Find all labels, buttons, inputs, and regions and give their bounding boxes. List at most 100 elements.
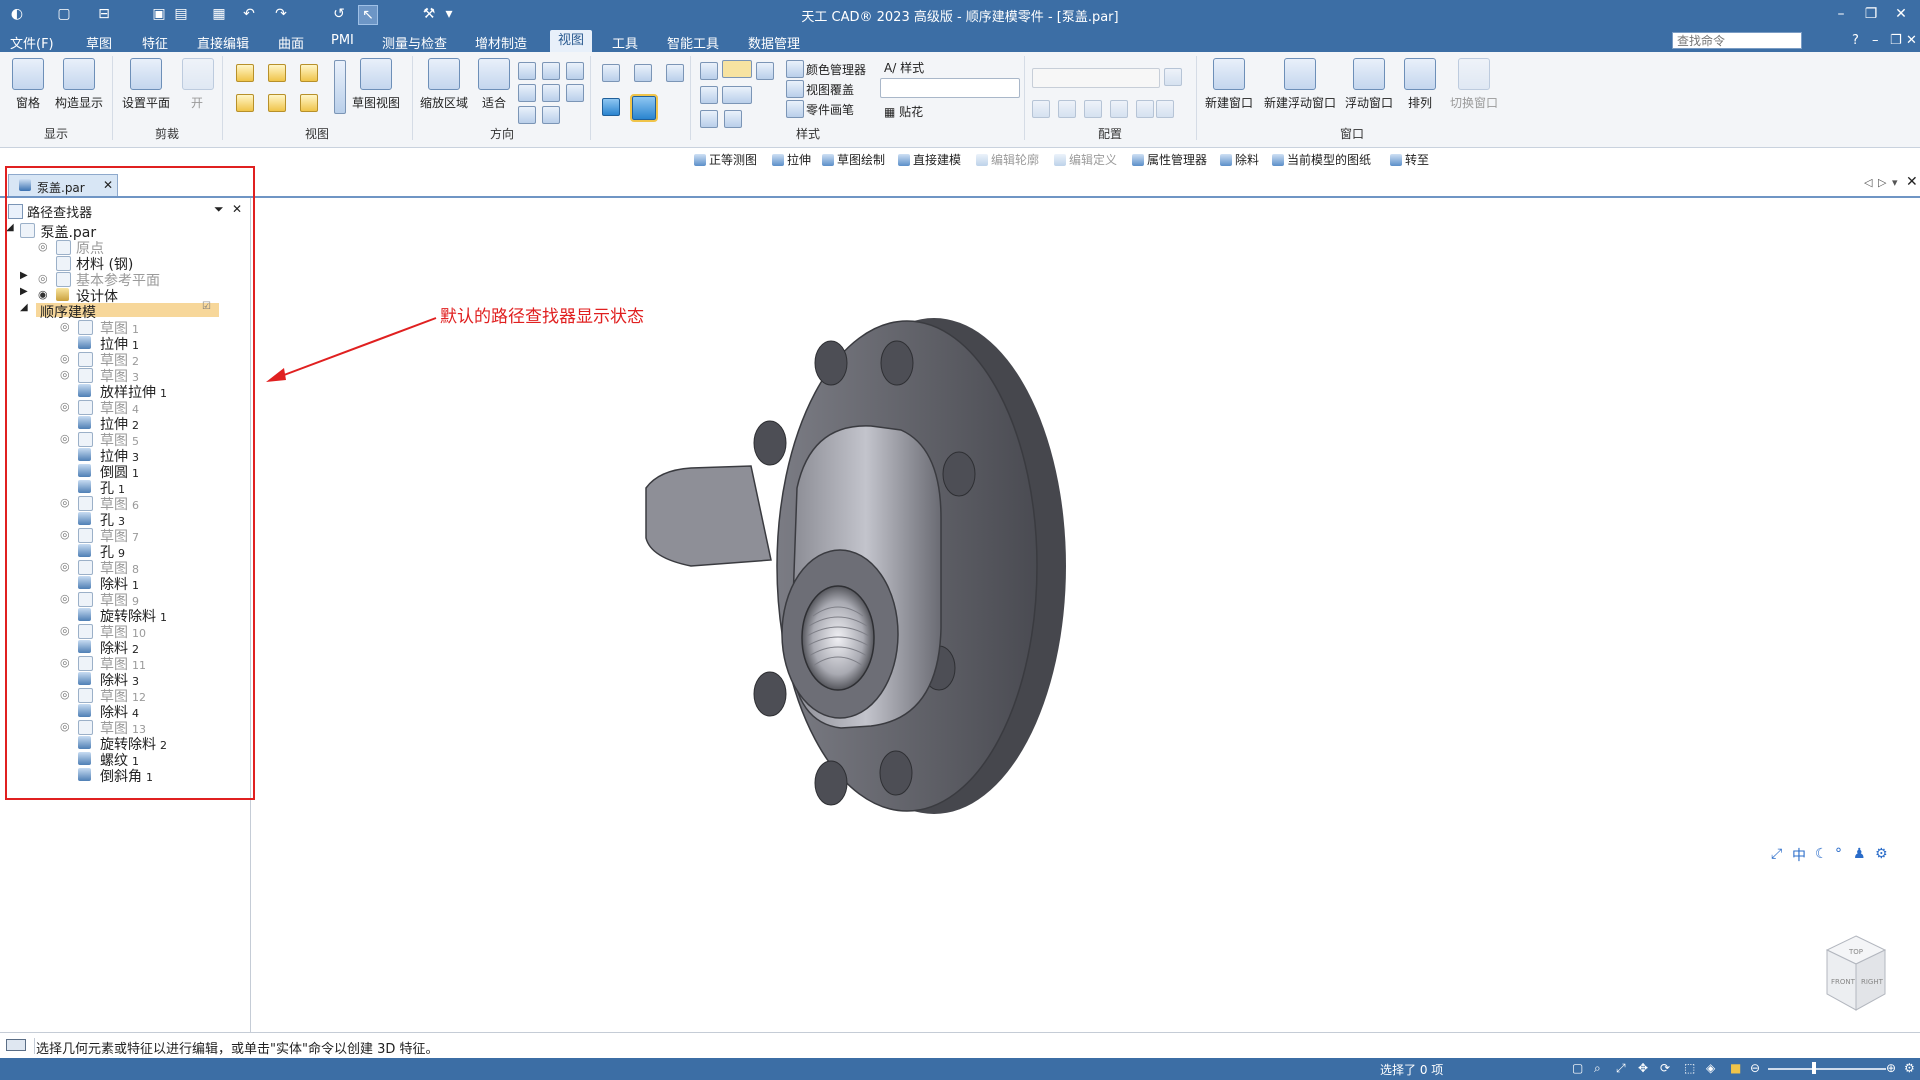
view-overlay-button[interactable]: 视图覆盖 (806, 81, 854, 98)
view-cube[interactable]: TOP FRONT RIGHT (1823, 932, 1889, 1014)
hide-eye-icon[interactable]: ◎ (60, 400, 70, 413)
render-cube-icon-2[interactable] (700, 86, 718, 104)
close-doc-icon[interactable]: ✕ (1906, 174, 1918, 190)
settings-gear-icon[interactable]: ⚙ (1875, 846, 1888, 862)
hide-eye-icon[interactable]: ◎ (60, 432, 70, 445)
cmd-model-drawings[interactable]: 当前模型的图纸 (1272, 151, 1371, 168)
visible-edge-cube-icon[interactable] (666, 64, 684, 82)
hide-eye-icon[interactable]: ◎ (60, 688, 70, 701)
zoom-slider-thumb[interactable] (1812, 1062, 1816, 1074)
cmd-extrude[interactable]: 拉伸 (772, 151, 811, 168)
config-icon-4[interactable] (1110, 100, 1128, 118)
cmd-isometric[interactable]: 正等测图 (694, 151, 757, 168)
part-painter-icon[interactable] (786, 100, 804, 118)
doc-close-button[interactable]: ✕ (1906, 33, 1917, 48)
color-manager-icon[interactable] (786, 60, 804, 78)
menu-measure[interactable]: 测量与检查 (382, 33, 447, 52)
view-status-icon[interactable]: ◈ (1706, 1061, 1715, 1075)
view-icon-2[interactable] (268, 64, 286, 82)
view-icon-6[interactable] (300, 94, 318, 112)
render-setting-icon[interactable] (756, 62, 774, 80)
pan-icon[interactable] (518, 84, 536, 102)
config-icon-5[interactable] (1136, 100, 1154, 118)
expand-design-body-icon[interactable]: ▶ (20, 286, 28, 297)
menu-view[interactable]: 视图 (550, 30, 593, 52)
style-dropdown[interactable] (880, 78, 1020, 98)
view-icon-3[interactable] (300, 64, 318, 82)
document-tab[interactable]: 泵盖.par ✕ (8, 174, 118, 197)
hidden-edge-cube-icon[interactable] (634, 64, 652, 82)
view-icon-5[interactable] (268, 94, 286, 112)
input-method-center[interactable]: 中 (1792, 845, 1806, 865)
tab-nav-right-icon[interactable]: ▷ (1878, 176, 1886, 189)
cmd-sketch[interactable]: 草图绘制 (822, 151, 885, 168)
help-icon[interactable]: ? (1852, 33, 1859, 48)
style-status-icon[interactable]: ■ (1730, 1061, 1741, 1075)
config-save-icon[interactable] (1164, 68, 1182, 86)
zoom-area-button[interactable]: 缩放区域 (418, 58, 470, 111)
restore-button[interactable]: ❐ (1858, 4, 1884, 24)
hide-eye-icon[interactable]: ◎ (38, 240, 48, 253)
view-icon-4[interactable] (236, 94, 254, 112)
search-input[interactable] (1672, 32, 1802, 49)
clip-open-button[interactable]: 开 (182, 58, 214, 111)
zoom-in-icon[interactable]: ⊕ (1886, 1061, 1896, 1075)
config-icon-3[interactable] (1084, 100, 1102, 118)
hide-eye-icon[interactable]: ◎ (60, 592, 70, 605)
shaded-cube-icon[interactable] (602, 98, 620, 116)
pane-button[interactable]: 窗格 (10, 58, 46, 111)
doc-minimize-button[interactable]: – (1872, 33, 1879, 48)
collapse-ordered-icon[interactable]: ◢ (20, 302, 28, 313)
moon-icon[interactable]: ☾ (1815, 846, 1828, 862)
fit-button[interactable]: 适合 (476, 58, 512, 111)
part-painter-button[interactable]: 零件画笔 (806, 101, 854, 118)
pathfinder-close-icon[interactable]: ✕ (232, 202, 242, 216)
hide-eye-icon[interactable]: ◎ (60, 720, 70, 733)
zoom-area-status-icon[interactable]: ▢ (1572, 1061, 1583, 1075)
menu-tools[interactable]: 工具 (612, 33, 638, 52)
view-filter-icon[interactable] (722, 86, 752, 104)
tree-feature-item[interactable]: 倒斜角 1 (100, 766, 153, 786)
hide-eye-icon[interactable]: ◎ (60, 560, 70, 573)
cmd-property-manager[interactable]: 属性管理器 (1132, 151, 1207, 168)
rotate-status-icon[interactable]: ⟳ (1660, 1061, 1670, 1075)
construction-display-button[interactable]: 构造显示 (50, 58, 108, 111)
cmd-goto[interactable]: 转至 (1390, 151, 1429, 168)
punctuation-icon[interactable]: ° (1835, 846, 1842, 862)
hide-eye-icon[interactable]: ◎ (60, 656, 70, 669)
config-icon-6[interactable] (1156, 100, 1174, 118)
expand-ref-planes-icon[interactable]: ▶ (20, 270, 28, 281)
decal-button[interactable]: ▦ 贴花 (884, 103, 923, 120)
view-icon-1[interactable] (236, 64, 254, 82)
pathfinder-options-icon[interactable]: ⏷ (214, 202, 224, 217)
wireframe-cube-icon[interactable] (602, 64, 620, 82)
set-plane-button[interactable]: 设置平面 (118, 58, 174, 111)
orient-icon[interactable] (542, 106, 560, 124)
fit-view-icon[interactable]: ⤢ (1771, 846, 1782, 862)
menu-additive[interactable]: 增材制造 (475, 33, 527, 52)
menu-feature[interactable]: 特征 (142, 33, 168, 52)
pump-cover-model[interactable] (645, 318, 1066, 814)
collapse-root-icon[interactable]: ◢ (6, 222, 14, 233)
new-window-button[interactable]: 新建窗口 (1202, 58, 1256, 111)
hide-eye-icon[interactable]: ◎ (60, 320, 70, 333)
float-window-button[interactable]: 浮动窗口 (1342, 58, 1396, 111)
zoom-status-icon[interactable]: ⌕ (1594, 1061, 1601, 1076)
user-icon[interactable]: ♟ (1853, 846, 1866, 862)
close-tab-icon[interactable]: ✕ (103, 178, 113, 192)
look-at-icon[interactable] (566, 62, 584, 80)
tree-ordered-modeling[interactable]: 顺序建模 (40, 302, 96, 322)
render-cube-icon-3[interactable] (700, 110, 718, 128)
menu-surface[interactable]: 曲面 (278, 33, 304, 52)
zoom-out-icon[interactable]: ⊖ (1750, 1061, 1760, 1075)
status-settings-icon[interactable]: ⚙ (1904, 1061, 1915, 1075)
hide-eye-icon[interactable]: ◎ (60, 528, 70, 541)
hide-eye-icon[interactable]: ◎ (60, 624, 70, 637)
orient-status-icon[interactable]: ⬚ (1684, 1061, 1695, 1075)
config-icon-1[interactable] (1032, 100, 1050, 118)
view-scroll-control[interactable] (334, 60, 346, 114)
show-eye-icon[interactable]: ◉ (38, 288, 48, 301)
sketch-pen-icon[interactable] (722, 60, 752, 78)
search-icon[interactable]: ⌕ (1788, 32, 1795, 47)
shaded-edges-cube-icon[interactable] (630, 94, 658, 122)
